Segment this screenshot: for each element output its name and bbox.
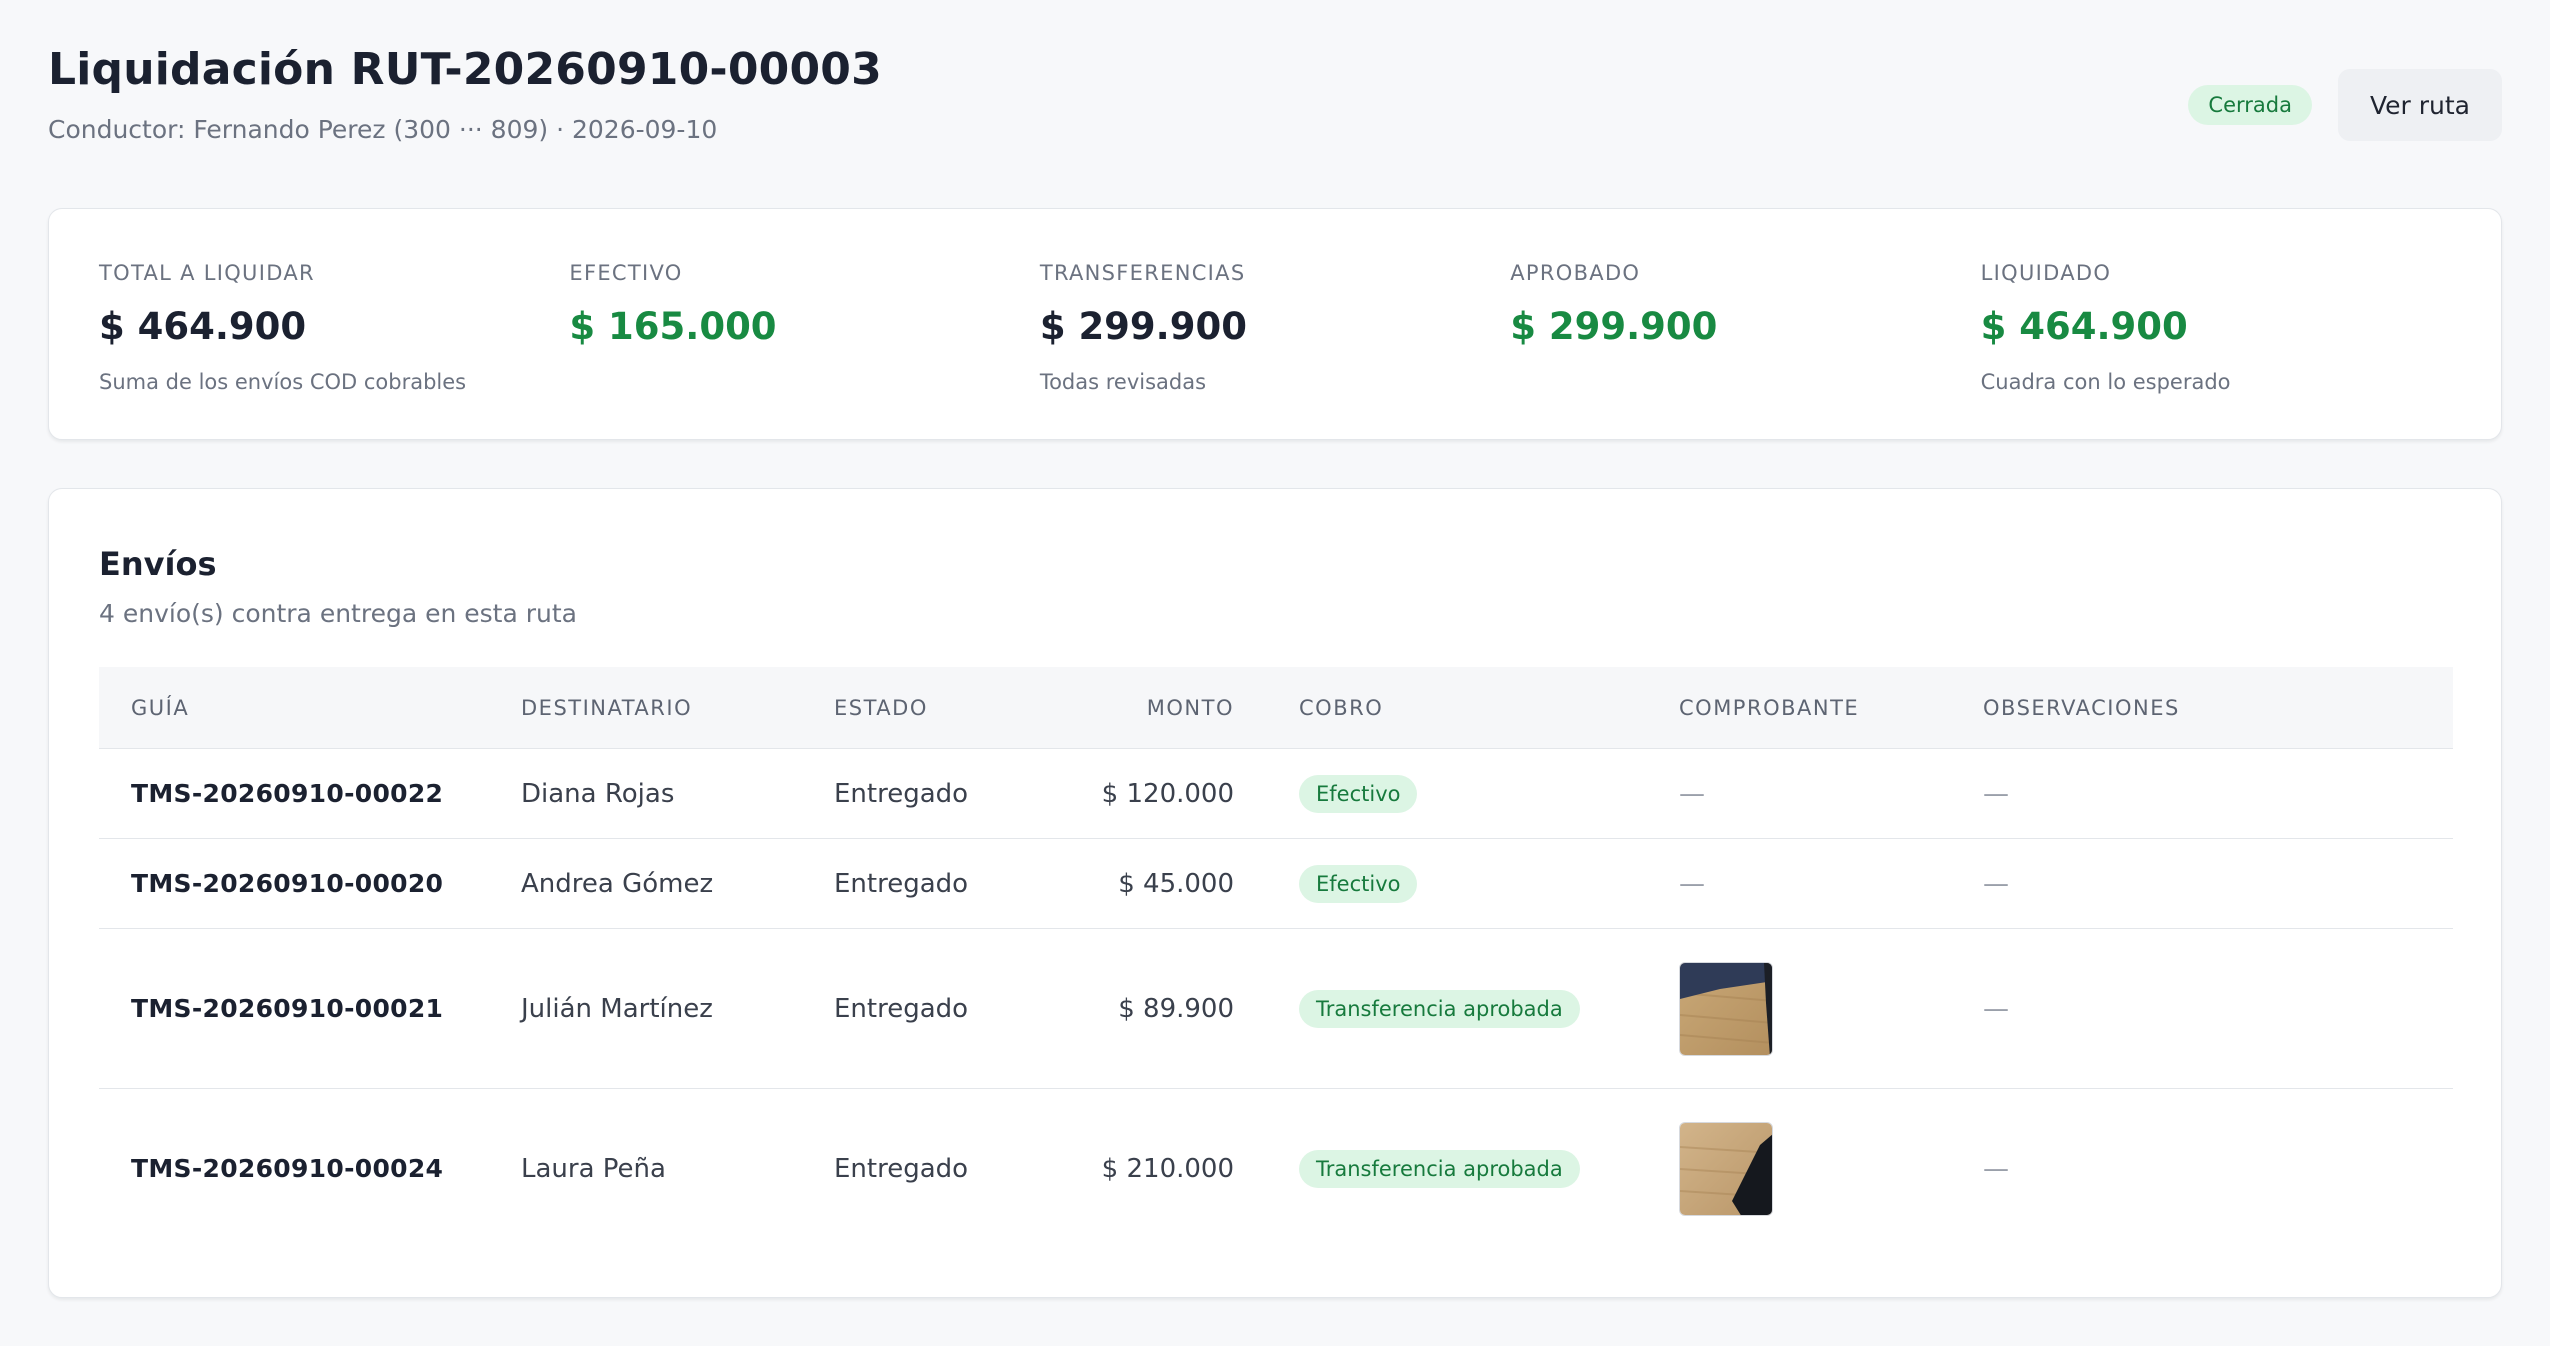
guia-cell[interactable]: TMS-20260910-00022	[131, 779, 443, 808]
receipt-thumbnail[interactable]	[1679, 1122, 1773, 1216]
page-title: Liquidación RUT-20260910-00003	[48, 44, 882, 95]
comprobante-cell	[1679, 961, 1983, 1056]
observaciones-cell: —	[1983, 993, 2009, 1024]
destinatario-cell: Andrea Gómez	[521, 868, 714, 899]
table-row[interactable]: TMS-20260910-00021 Julián Martínez Entre…	[99, 929, 2453, 1089]
table-row[interactable]: TMS-20260910-00020 Andrea Gómez Entregad…	[99, 839, 2453, 929]
section-subtitle: 4 envío(s) contra entrega en esta ruta	[99, 599, 577, 628]
metric-value: $ 464.900	[1980, 305, 2188, 348]
destinatario-cell: Julián Martínez	[521, 993, 713, 1024]
summary-card: TOTAL A LIQUIDAR $ 464.900 Suma de los e…	[48, 208, 2502, 440]
metric-note: Cuadra con lo esperado	[1980, 370, 2231, 394]
estado-cell: Entregado	[834, 868, 969, 899]
shipments-table: GUÍA DESTINATARIO ESTADO MONTO COBRO COM…	[99, 667, 2453, 1249]
metric-note: Suma de los envíos COD cobrables	[99, 370, 467, 394]
metric-label: EFECTIVO	[569, 261, 683, 285]
destinatario-cell: Laura Peña	[521, 1154, 666, 1184]
guia-cell[interactable]: TMS-20260910-00024	[131, 1154, 443, 1183]
guia-cell[interactable]: TMS-20260910-00020	[131, 869, 443, 898]
monto-cell: $ 45.000	[1118, 868, 1234, 899]
monto-cell: $ 89.900	[1118, 993, 1234, 1024]
comprobante-cell: —	[1679, 868, 1705, 899]
guia-cell[interactable]: TMS-20260910-00021	[131, 994, 443, 1023]
metric-transfers: TRANSFERENCIAS $ 299.900 Todas revisadas	[1040, 261, 1510, 394]
header-actions: Cerrada Ver ruta	[2188, 69, 2502, 141]
receipt-photo-image	[1680, 962, 1772, 1055]
metric-value: $ 299.900	[1039, 305, 1247, 348]
table-header: GUÍA DESTINATARIO ESTADO MONTO COBRO COM…	[99, 667, 2453, 749]
section-title: Envíos	[99, 545, 217, 583]
observaciones-cell: —	[1983, 1154, 2009, 1184]
metric-note: Todas revisadas	[1039, 370, 1207, 394]
destinatario-cell: Diana Rojas	[521, 778, 675, 809]
cobro-badge: Transferencia aprobada	[1299, 1150, 1580, 1188]
observaciones-cell: —	[1983, 778, 2009, 809]
comprobante-cell: —	[1679, 778, 1705, 809]
column-header-monto: MONTO	[1146, 695, 1234, 720]
monto-cell: $ 120.000	[1101, 778, 1234, 809]
column-header-cobro: COBRO	[1299, 695, 1384, 720]
column-header-observaciones: OBSERVACIONES	[1983, 695, 2180, 720]
cobro-badge: Efectivo	[1299, 864, 1418, 903]
metric-total: TOTAL A LIQUIDAR $ 464.900 Suma de los e…	[99, 261, 569, 394]
metric-approved: APROBADO $ 299.900	[1510, 261, 1980, 394]
observaciones-cell: —	[1983, 868, 2009, 899]
estado-cell: Entregado	[834, 1154, 969, 1184]
column-header-comprobante: COMPROBANTE	[1679, 695, 1860, 720]
receipt-thumbnail[interactable]	[1679, 961, 1773, 1056]
estado-cell: Entregado	[834, 993, 969, 1024]
metric-label: TOTAL A LIQUIDAR	[99, 261, 315, 285]
cobro-badge: Transferencia aprobada	[1299, 989, 1580, 1028]
metric-settled: LIQUIDADO $ 464.900 Cuadra con lo espera…	[1981, 261, 2451, 394]
status-badge: Cerrada	[2188, 85, 2312, 125]
shipments-card: Envíos 4 envío(s) contra entrega en esta…	[48, 488, 2502, 1298]
metric-value: $ 299.900	[1510, 305, 1718, 348]
page-header: Liquidación RUT-20260910-00003 Conductor…	[48, 44, 2502, 164]
metric-label: LIQUIDADO	[1980, 261, 2112, 285]
settlement-page: Liquidación RUT-20260910-00003 Conductor…	[0, 0, 2550, 1346]
column-header-destinatario: DESTINATARIO	[521, 695, 693, 720]
driver-subtitle: Conductor: Fernando Perez (300 ··· 809) …	[48, 115, 718, 144]
metric-value: $ 165.000	[569, 305, 777, 348]
column-header-guia: GUÍA	[131, 695, 190, 720]
metric-label: APROBADO	[1510, 261, 1641, 285]
metric-label: TRANSFERENCIAS	[1039, 261, 1246, 285]
table-row[interactable]: TMS-20260910-00022 Diana Rojas Entregado…	[99, 749, 2453, 839]
metric-value: $ 464.900	[99, 305, 307, 348]
comprobante-cell	[1679, 1122, 1983, 1216]
estado-cell: Entregado	[834, 778, 969, 809]
cobro-badge: Efectivo	[1299, 774, 1418, 813]
table-row[interactable]: TMS-20260910-00024 Laura Peña Entregado …	[99, 1089, 2453, 1249]
view-route-button[interactable]: Ver ruta	[2337, 69, 2502, 141]
receipt-photo-image	[1680, 1123, 1772, 1215]
monto-cell: $ 210.000	[1101, 1154, 1234, 1184]
metric-cash: EFECTIVO $ 165.000	[569, 261, 1039, 394]
column-header-estado: ESTADO	[834, 695, 928, 720]
